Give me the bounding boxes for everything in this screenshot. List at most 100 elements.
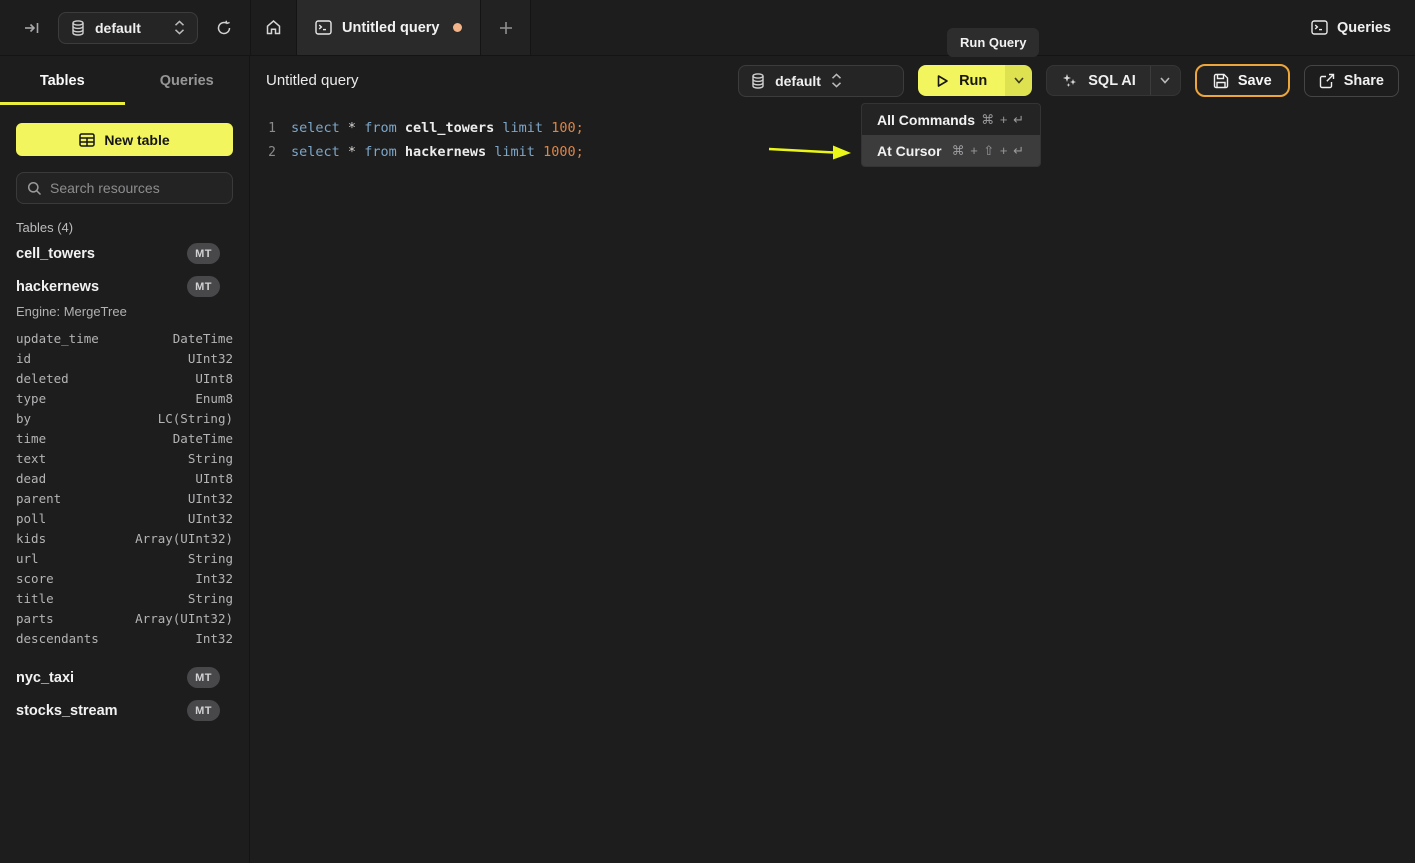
home-icon <box>265 19 282 36</box>
engine-badge: MT <box>187 667 220 688</box>
column-row: byLC(String) <box>16 408 233 428</box>
table-row[interactable]: stocks_streamMT <box>16 694 233 727</box>
columns-list: update_time DateTime id UInt32 deleted UInt8 t… <box>16 328 233 648</box>
column-type: String <box>188 591 233 606</box>
column-row: score Int32 <box>16 568 233 588</box>
menu-item-at-cursor[interactable]: At Cursor ⌘ + ⇧ + ↵ <box>862 135 1040 166</box>
new-table-button[interactable]: New table <box>16 123 233 156</box>
toolbar-database-selector[interactable]: default <box>738 65 904 97</box>
run-button-label: Run <box>959 73 987 89</box>
topbar-database-selector[interactable]: default <box>58 12 198 44</box>
menu-item-label: All Commands <box>877 112 975 128</box>
column-row: pollUInt32 <box>16 508 233 528</box>
menu-item-shortcut: ⌘ + ⇧ + ↵ <box>952 143 1025 159</box>
column-name: time <box>16 431 46 446</box>
console-icon <box>315 20 332 35</box>
column-type: DateTime <box>173 431 233 446</box>
code-text: select * from cell_towers limit 100; <box>291 120 584 136</box>
tables-list: cell_towers MT hackernewsMTEngine: MergeTr… <box>16 237 233 727</box>
query-title: Untitled query <box>266 72 359 89</box>
column-row: title String <box>16 588 233 608</box>
table-row[interactable]: cell_towers MT <box>16 237 233 270</box>
sidebar-tab-tables[interactable]: Tables <box>0 56 125 105</box>
run-button[interactable]: Run <box>918 65 1005 96</box>
column-name: update_time <box>16 331 99 346</box>
line-number: 2 <box>250 145 276 160</box>
column-name: score <box>16 571 54 586</box>
plus-icon <box>499 21 513 35</box>
topbar-right: Queries <box>1311 0 1415 55</box>
line-number: 1 <box>250 121 276 136</box>
queries-button[interactable]: Queries <box>1311 20 1391 36</box>
column-row: time DateTime <box>16 428 233 448</box>
topbar-database-value: default <box>95 20 141 36</box>
column-type: UInt32 <box>188 491 233 506</box>
search-input[interactable] <box>50 180 231 196</box>
column-type: Array(UInt32) <box>135 611 233 626</box>
save-button-label: Save <box>1238 73 1272 89</box>
column-type: Int32 <box>195 571 233 586</box>
updown-chevrons-icon <box>174 20 185 35</box>
column-row: parent UInt32 <box>16 488 233 508</box>
table-grid-icon <box>79 133 95 147</box>
topbar-left: default <box>0 0 250 55</box>
column-row: descendants Int32 <box>16 628 233 648</box>
tab-untitled-query[interactable]: Untitled query <box>296 0 481 55</box>
table-name: cell_towers <box>16 246 95 262</box>
sidebar-tabs: Tables Queries <box>0 56 249 105</box>
sql-ai-caret[interactable] <box>1150 66 1180 95</box>
engine-label: Engine: MergeTree <box>16 304 233 319</box>
search-icon <box>27 181 42 196</box>
code-line[interactable]: 1 select * from cell_towers limit 100; <box>250 116 1415 140</box>
play-icon <box>936 74 949 88</box>
refresh-button[interactable] <box>212 16 236 40</box>
column-name: by <box>16 411 31 426</box>
chevron-down-icon <box>1160 77 1170 84</box>
sparkles-icon <box>1061 72 1078 89</box>
console-icon <box>1311 20 1328 35</box>
sql-ai-split-button: SQL AI <box>1046 65 1181 96</box>
column-name: parent <box>16 491 61 506</box>
save-floppy-icon <box>1213 73 1229 89</box>
database-icon <box>751 73 765 89</box>
menu-item-all-commands[interactable]: All Commands⌘ + ↵ <box>862 104 1040 135</box>
tab-strip: Untitled query <box>250 0 531 55</box>
home-button[interactable] <box>250 0 296 55</box>
collapse-sidebar-button[interactable] <box>20 16 44 40</box>
share-button[interactable]: Share <box>1304 65 1399 97</box>
column-name: url <box>16 551 39 566</box>
run-options-caret[interactable] <box>1005 65 1032 96</box>
column-name: descendants <box>16 631 99 646</box>
column-type: Array(UInt32) <box>135 531 233 546</box>
engine-badge: MT <box>187 700 220 721</box>
new-table-label: New table <box>104 132 169 148</box>
menu-item-label: At Cursor <box>877 143 942 159</box>
column-name: kids <box>16 531 46 546</box>
toolbar-controls: default Run <box>738 64 1399 97</box>
column-type: String <box>188 451 233 466</box>
save-button[interactable]: Save <box>1195 64 1290 97</box>
column-name: text <box>16 451 46 466</box>
sql-ai-button[interactable]: SQL AI <box>1047 66 1150 95</box>
table-name: nyc_taxi <box>16 670 74 686</box>
column-type: DateTime <box>173 331 233 346</box>
updown-chevrons-icon <box>831 73 842 88</box>
column-name: deleted <box>16 371 69 386</box>
annotation-arrow-icon <box>764 138 856 166</box>
table-row[interactable]: hackernewsMT <box>16 270 233 303</box>
sql-ai-label: SQL AI <box>1088 73 1136 89</box>
sidebar-tab-queries[interactable]: Queries <box>125 56 250 105</box>
engine-badge: MT <box>187 243 220 264</box>
new-tab-button[interactable] <box>481 0 531 55</box>
column-name: poll <box>16 511 46 526</box>
tables-section-label: Tables (4) <box>16 220 233 235</box>
column-row: text String <box>16 448 233 468</box>
main-pane: Untitled query default <box>250 56 1415 863</box>
column-name: title <box>16 591 54 606</box>
table-row[interactable]: nyc_taxi MT <box>16 661 233 694</box>
column-type: Int32 <box>195 631 233 646</box>
column-name: id <box>16 351 31 366</box>
column-type: UInt8 <box>195 471 233 486</box>
column-row: deadUInt8 <box>16 468 233 488</box>
column-type: UInt32 <box>188 351 233 366</box>
